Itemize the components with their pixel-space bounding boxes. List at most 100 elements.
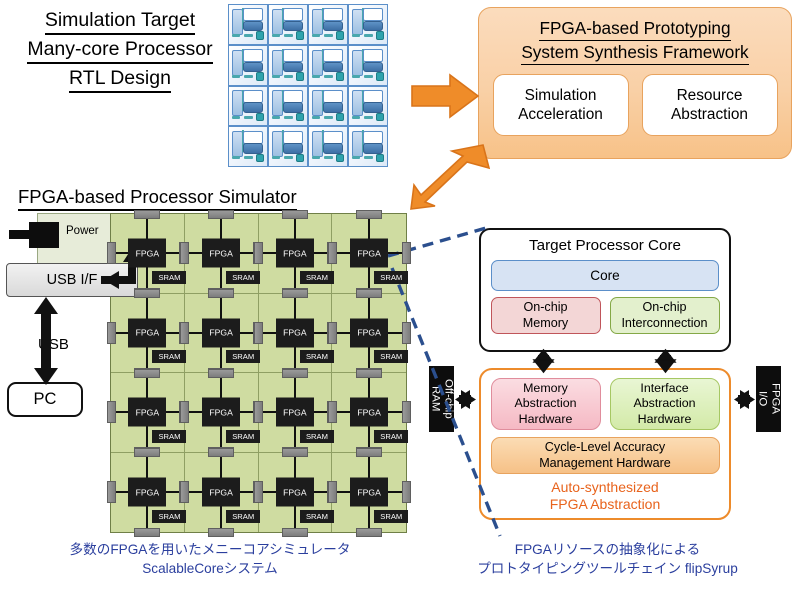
caption-left: 多数のFPGAを用いたメニーコアシミュレータ ScalableCoreシステム (69, 542, 351, 577)
sram-block[interactable]: SRAM (226, 509, 261, 523)
fpga-block[interactable]: FPGA (202, 397, 241, 427)
io-pad-left (180, 481, 190, 504)
io-pad-left (327, 321, 337, 344)
io-pad-left (254, 321, 263, 344)
fpga-block[interactable]: FPGA (350, 238, 389, 268)
chip-tile (268, 126, 308, 167)
memory-abstraction-hardware-block[interactable]: Memory Abstraction Hardware (490, 378, 601, 430)
chip-link-icon (352, 34, 361, 38)
chip-tile (268, 85, 308, 127)
power-label: Power (66, 225, 99, 237)
offchip-ram-block[interactable]: Off-chip RAM (429, 366, 454, 432)
chip-memory-block (283, 89, 303, 103)
fpga-abstraction-panel: Memory Abstraction Hardware Interface Ab… (479, 368, 731, 520)
abstraction-hardware-row: Memory Abstraction Hardware Interface Ab… (481, 378, 729, 430)
framework-title-line1: FPGA-based Prototyping (539, 17, 731, 41)
chip-cache-block (283, 102, 303, 113)
io-pad-top (281, 368, 308, 378)
target-processor-core-panel: Target Processor Core Core On-chip Memor… (479, 228, 731, 352)
fpga-cell: SRAM FPGA (106, 448, 189, 537)
io-pad-bottom (134, 527, 161, 537)
sram-block[interactable]: SRAM (152, 509, 187, 523)
chip-tile (348, 4, 388, 45)
fpga-block[interactable]: FPGA (202, 238, 241, 268)
sram-block[interactable]: SRAM (226, 270, 261, 284)
pc-block[interactable]: PC (7, 382, 83, 417)
onchip-memory-block[interactable]: On-chip Memory (490, 297, 601, 334)
chip-cache-block (363, 61, 383, 73)
chip-link-icon (352, 74, 361, 78)
chip-memory-block (323, 130, 343, 144)
fpga-block[interactable]: FPGA (350, 397, 389, 427)
io-pad-top (355, 368, 382, 378)
chip-cache-block (323, 143, 343, 154)
simulation-target-line3: RTL Design (69, 66, 171, 93)
fpga-block[interactable]: FPGA (128, 477, 167, 507)
fpga-block[interactable]: FPGA (275, 477, 314, 507)
sram-block[interactable]: SRAM (152, 270, 187, 284)
fpga-block[interactable]: FPGA (202, 477, 241, 507)
fpga-block[interactable]: FPGA (128, 397, 167, 427)
chip-link-icon (272, 34, 281, 38)
fpga-block[interactable]: FPGA (350, 477, 389, 507)
sram-block[interactable]: SRAM (152, 350, 187, 364)
framework-box-simulation-acceleration[interactable]: Simulation Acceleration (492, 73, 629, 136)
interface-abstraction-hardware-block[interactable]: Interface Abstraction Hardware (609, 378, 720, 430)
sram-block[interactable]: SRAM (374, 429, 409, 443)
chip-router-icon (375, 112, 384, 122)
framework-title-line2: System Synthesis Framework (521, 41, 749, 65)
sram-block[interactable]: SRAM (299, 350, 334, 364)
io-pad-left (106, 242, 116, 265)
target-processor-core-title: Target Processor Core (529, 237, 681, 254)
sram-block[interactable]: SRAM (226, 350, 261, 364)
fpga-cell: SRAM FPGA (327, 209, 411, 297)
fpga-block[interactable]: FPGA (202, 318, 241, 348)
fpga-block[interactable]: FPGA (128, 318, 167, 348)
fpga-block[interactable]: FPGA (128, 238, 167, 268)
chip-link-icon (232, 74, 241, 78)
fpga-block[interactable]: FPGA (275, 397, 314, 427)
io-pad-top (134, 209, 161, 219)
sram-block[interactable]: SRAM (374, 509, 409, 523)
fpga-cell: SRAM FPGA (180, 448, 262, 537)
fpga-cell: SRAM FPGA (254, 368, 336, 456)
chip-memory-block (243, 8, 263, 22)
fpga-io-label: FPGA I/O (756, 383, 782, 415)
sram-block[interactable]: SRAM (299, 270, 334, 284)
io-pad-top (134, 289, 161, 298)
chip-router-icon (335, 31, 344, 40)
simulator-title: FPGA-based Processor Simulator (18, 186, 297, 211)
chip-cache-block (323, 61, 343, 73)
io-pad-top (208, 448, 235, 457)
sram-block[interactable]: SRAM (374, 270, 409, 284)
chip-tile (348, 44, 388, 86)
io-pad-left (106, 481, 116, 504)
chip-link-icon (312, 115, 321, 119)
fpga-block[interactable]: FPGA (350, 318, 389, 348)
chip-memory-block (323, 89, 343, 103)
io-pad-bottom (355, 527, 382, 537)
fpga-cell: SRAM FPGA (180, 289, 262, 377)
sram-block[interactable]: SRAM (299, 429, 334, 443)
chip-router-icon (255, 72, 264, 81)
framework-box-resource-abstraction[interactable]: Resource Abstraction (641, 73, 778, 136)
fpga-cell: SRAM FPGA (254, 209, 336, 297)
fpga-io-block[interactable]: FPGA I/O (756, 366, 781, 432)
fpga-block[interactable]: FPGA (275, 318, 314, 348)
fpga-block[interactable]: FPGA (275, 238, 314, 268)
chip-router-icon (295, 153, 304, 163)
io-pad-top (281, 448, 308, 457)
arrow-down-left-icon (410, 144, 490, 210)
sram-block[interactable]: SRAM (374, 350, 409, 364)
core-block[interactable]: Core (491, 260, 719, 291)
sram-block[interactable]: SRAM (299, 509, 334, 523)
io-pad-left (327, 242, 337, 265)
cycle-level-accuracy-block[interactable]: Cycle-Level Accuracy Management Hardware (490, 437, 720, 474)
sram-block[interactable]: SRAM (226, 429, 261, 443)
onchip-interconnection-block[interactable]: On-chip Interconnection (609, 297, 720, 334)
chip-router-icon (375, 72, 384, 81)
io-pad-top (281, 209, 308, 219)
usb-interface-block[interactable]: USB I/F (6, 263, 138, 297)
fpga-cell: SRAM FPGA (106, 368, 189, 456)
sram-block[interactable]: SRAM (152, 429, 187, 443)
